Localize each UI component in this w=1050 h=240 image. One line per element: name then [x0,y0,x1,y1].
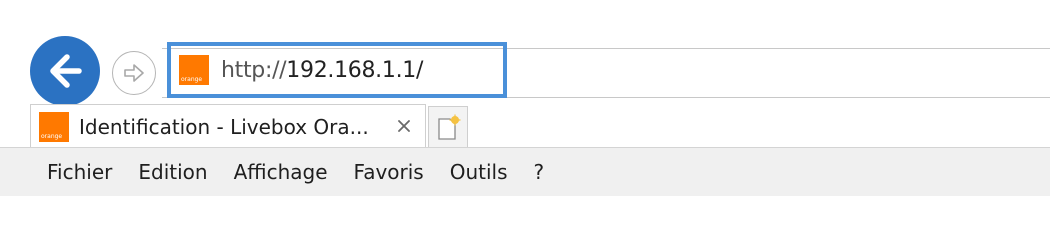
new-tab-button[interactable] [428,106,468,148]
menu-item-outils[interactable]: Outils [437,156,521,188]
url-text[interactable]: http://192.168.1.1/ [221,58,423,83]
back-button[interactable] [30,36,100,106]
tab-title: Identification - Livebox Ora... [79,114,369,139]
url-host: 192.168.1.1/ [286,57,424,83]
favicon-brand-text: orange [41,132,63,140]
tab-close-button[interactable] [393,115,415,137]
new-tab-icon [438,114,461,140]
forward-button[interactable] [112,51,156,95]
arrow-left-icon [50,54,82,88]
favicon-brand-text: orange [181,76,203,83]
browser-window: orange http://192.168.1.1/ orange Identi… [0,0,1050,224]
menu-item-fichier[interactable]: Fichier [34,156,125,188]
menu-bar: Fichier Edition Affichage Favoris Outils… [0,148,1050,196]
menu-item-affichage[interactable]: Affichage [221,156,341,188]
close-icon [398,120,410,132]
address-field-highlight[interactable]: orange http://192.168.1.1/ [167,42,507,98]
menu-item-help[interactable]: ? [521,156,558,188]
tab-identification[interactable]: orange Identification - Livebox Ora... [30,104,426,148]
arrow-right-outline-icon [124,64,144,82]
url-scheme: http:// [221,57,287,83]
menu-item-favoris[interactable]: Favoris [341,156,437,188]
orange-favicon-icon: orange [179,55,209,85]
menu-item-edition[interactable]: Edition [125,156,220,188]
orange-favicon-icon: orange [39,111,69,142]
